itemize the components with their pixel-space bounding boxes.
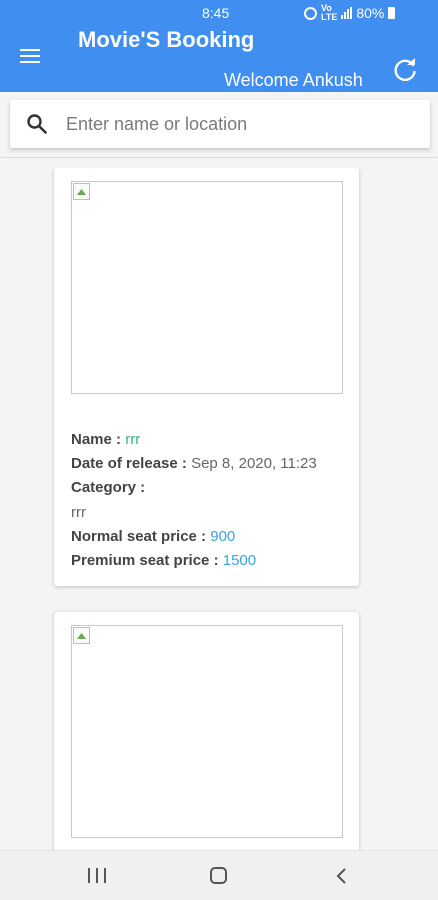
movie-poster bbox=[71, 625, 343, 838]
movie-release-date: Sep 8, 2020, 11:23 bbox=[191, 455, 317, 473]
home-icon[interactable] bbox=[210, 867, 227, 884]
movie-category-row-value: rrr bbox=[71, 501, 351, 525]
search-icon bbox=[26, 113, 48, 135]
broken-image-icon bbox=[73, 627, 90, 644]
movie-card[interactable]: Name : rrr Date of release : Sep 8, 2020… bbox=[54, 168, 359, 586]
movie-category: rrr bbox=[71, 503, 86, 521]
premium-price: 1500 bbox=[222, 552, 257, 570]
movie-name-row: Name : rrr bbox=[71, 428, 351, 452]
welcome-text: Welcome Ankush bbox=[224, 70, 363, 90]
movie-category-row: Category : bbox=[71, 476, 351, 500]
app-title: Movie'S Booking bbox=[78, 27, 255, 52]
refresh-icon[interactable] bbox=[391, 56, 419, 84]
system-icons: Vo LTE 80% bbox=[304, 3, 396, 22]
alarm-icon bbox=[304, 6, 317, 20]
status-time: 8:45 bbox=[202, 5, 230, 21]
movie-release-row: Date of release : Sep 8, 2020, 11:23 bbox=[71, 452, 351, 476]
premium-price-label: Premium seat price : bbox=[71, 552, 219, 570]
movie-poster bbox=[71, 181, 343, 394]
release-label: Date of release : bbox=[71, 455, 187, 473]
search-input[interactable] bbox=[66, 100, 416, 148]
movie-name: rrr bbox=[125, 431, 141, 448]
name-label: Name : bbox=[71, 431, 122, 448]
recents-icon[interactable] bbox=[88, 868, 106, 883]
battery-icon bbox=[388, 7, 396, 19]
movie-card[interactable] bbox=[54, 612, 359, 850]
normal-price-row: Normal seat price : 900 bbox=[71, 525, 351, 549]
normal-price: 900 bbox=[210, 527, 236, 545]
movie-info: Name : rrr Date of release : Sep 8, 2020… bbox=[71, 428, 351, 573]
signal-icon bbox=[341, 7, 353, 19]
movie-list[interactable]: Name : rrr Date of release : Sep 8, 2020… bbox=[0, 168, 438, 850]
back-icon[interactable] bbox=[335, 867, 347, 885]
system-nav-bar bbox=[0, 850, 438, 900]
menu-icon[interactable] bbox=[20, 49, 40, 65]
app-bar: Movie'S Booking Welcome Ankush bbox=[0, 26, 438, 92]
header-divider bbox=[0, 157, 438, 158]
status-bar: 8:45 Vo LTE 80% bbox=[0, 0, 438, 26]
category-label: Category : bbox=[71, 479, 146, 497]
broken-image-icon bbox=[73, 183, 90, 200]
normal-price-label: Normal seat price : bbox=[71, 527, 207, 545]
network-icon: Vo LTE bbox=[321, 3, 338, 22]
search-bar bbox=[10, 100, 430, 148]
battery-percent: 80% bbox=[356, 5, 385, 21]
premium-price-row: Premium seat price : 1500 bbox=[71, 549, 351, 573]
